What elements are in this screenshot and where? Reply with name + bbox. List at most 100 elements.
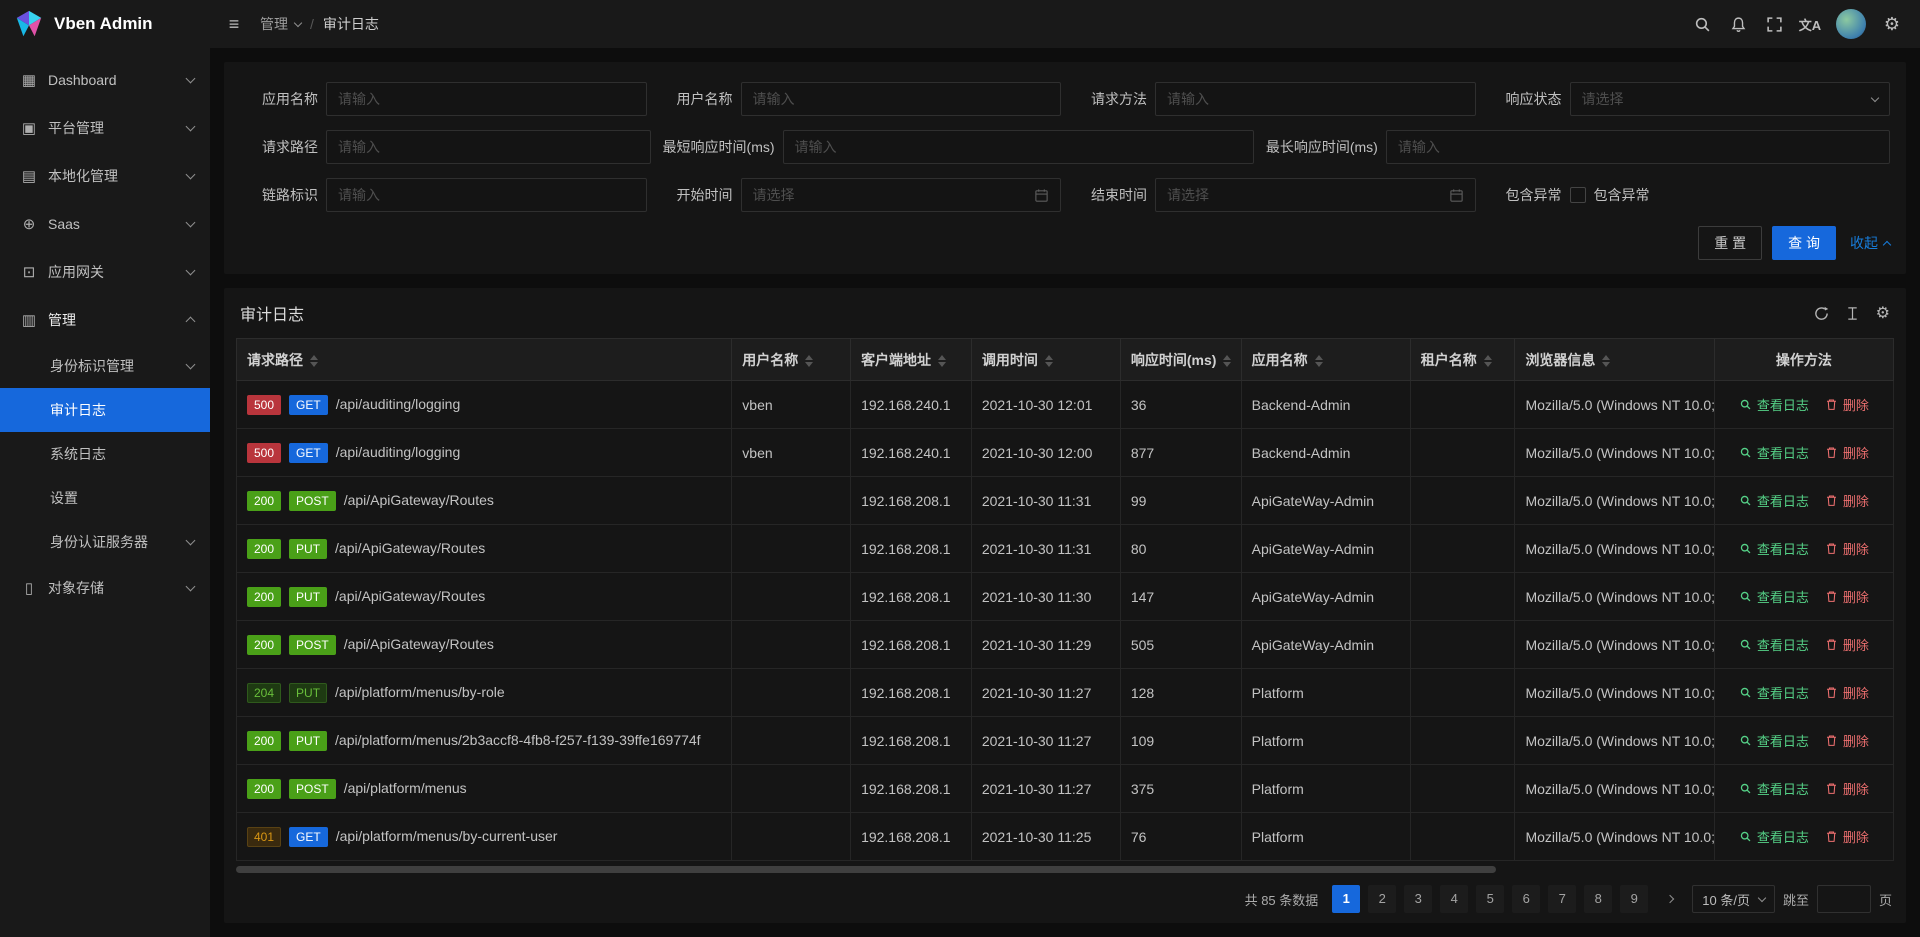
gear-icon[interactable]: ⚙	[1874, 0, 1910, 48]
page-button-2[interactable]: 2	[1368, 885, 1396, 913]
table-row[interactable]: 200POST/api/ApiGateway/Routes 192.168.20…	[237, 477, 1894, 525]
query-button[interactable]: 查 询	[1772, 226, 1836, 260]
user-name-input[interactable]	[741, 82, 1062, 116]
table-row[interactable]: 500GET/api/auditing/logging vben 192.168…	[237, 429, 1894, 477]
trace-id-input[interactable]	[326, 178, 647, 212]
refresh-icon[interactable]	[1814, 306, 1829, 321]
horizontal-scrollbar[interactable]	[236, 864, 1894, 875]
avatar[interactable]	[1836, 9, 1866, 39]
sort-icons[interactable]	[938, 355, 946, 367]
notification-bell-icon[interactable]	[1720, 0, 1756, 48]
column-header-app[interactable]: 应用名称	[1241, 339, 1410, 381]
sort-icons[interactable]	[1484, 355, 1492, 367]
delete-button[interactable]: 删除	[1825, 443, 1869, 462]
sidebar-item-manage[interactable]: ▥ 管理	[0, 296, 210, 344]
table-row[interactable]: 204PUT/api/platform/menus/by-role 192.16…	[237, 669, 1894, 717]
view-log-button[interactable]: 查看日志	[1739, 731, 1809, 750]
view-log-button[interactable]: 查看日志	[1739, 587, 1809, 606]
translate-icon[interactable]: 文A	[1792, 0, 1828, 48]
column-settings-gear-icon[interactable]: ⚙	[1876, 303, 1890, 323]
reset-button[interactable]: 重 置	[1698, 226, 1762, 260]
start-time-picker[interactable]: 请选择	[741, 178, 1062, 212]
logo[interactable]: Vben Admin	[0, 0, 210, 48]
jump-page-input[interactable]	[1817, 885, 1871, 913]
sidebar-item-audit-log[interactable]: 审计日志	[0, 388, 210, 432]
column-header-duration[interactable]: 响应时间(ms)	[1120, 339, 1241, 381]
breadcrumb-item-manage[interactable]: 管理	[260, 14, 301, 34]
next-page-button[interactable]	[1656, 885, 1684, 913]
sort-icons[interactable]	[1223, 355, 1231, 367]
sidebar-item-saas[interactable]: ⊕ Saas	[0, 200, 210, 248]
max-response-time-input[interactable]	[1386, 130, 1890, 164]
column-header-user[interactable]: 用户名称	[732, 339, 851, 381]
table-row[interactable]: 200POST/api/platform/menus 192.168.208.1…	[237, 765, 1894, 813]
delete-button[interactable]: 删除	[1825, 635, 1869, 654]
sidebar-item-platform[interactable]: ▣ 平台管理	[0, 104, 210, 152]
sort-icons[interactable]	[1602, 355, 1610, 367]
page-button-1[interactable]: 1	[1332, 885, 1360, 913]
page-button-9[interactable]: 9	[1620, 885, 1648, 913]
table-row[interactable]: 200PUT/api/ApiGateway/Routes 192.168.208…	[237, 573, 1894, 621]
min-response-time-input[interactable]	[783, 130, 1254, 164]
sidebar-item-system-log[interactable]: 系统日志	[0, 432, 210, 476]
table-row[interactable]: 200PUT/api/platform/menus/2b3accf8-4fb8-…	[237, 717, 1894, 765]
delete-button[interactable]: 删除	[1825, 779, 1869, 798]
view-log-button[interactable]: 查看日志	[1739, 635, 1809, 654]
scrollbar-thumb[interactable]	[236, 866, 1496, 873]
request-method-input[interactable]	[1155, 82, 1476, 116]
view-log-button[interactable]: 查看日志	[1739, 491, 1809, 510]
sort-icons[interactable]	[1315, 355, 1323, 367]
collapse-link[interactable]: 收起	[1850, 233, 1890, 253]
sort-icons[interactable]	[805, 355, 813, 367]
menu-fold-icon[interactable]: ≡	[216, 0, 252, 48]
page-button-6[interactable]: 6	[1512, 885, 1540, 913]
sidebar-item-localization[interactable]: ▤ 本地化管理	[0, 152, 210, 200]
delete-button[interactable]: 删除	[1825, 395, 1869, 414]
request-path-input[interactable]	[326, 130, 651, 164]
end-time-picker[interactable]: 请选择	[1155, 178, 1476, 212]
page-button-4[interactable]: 4	[1440, 885, 1468, 913]
view-log-button[interactable]: 查看日志	[1739, 779, 1809, 798]
row-height-icon[interactable]	[1845, 306, 1860, 321]
delete-button[interactable]: 删除	[1825, 731, 1869, 750]
fullscreen-icon[interactable]	[1756, 0, 1792, 48]
column-header-browser[interactable]: 浏览器信息	[1515, 339, 1714, 381]
view-log-button[interactable]: 查看日志	[1739, 395, 1809, 414]
table-row[interactable]: 500GET/api/auditing/logging vben 192.168…	[237, 381, 1894, 429]
delete-button[interactable]: 删除	[1825, 827, 1869, 846]
table-row[interactable]: 401GET/api/platform/menus/by-current-use…	[237, 813, 1894, 861]
response-status-select[interactable]: 请选择	[1570, 82, 1891, 116]
view-log-button[interactable]: 查看日志	[1739, 683, 1809, 702]
delete-button[interactable]: 删除	[1825, 587, 1869, 606]
sort-icons[interactable]	[1045, 355, 1053, 367]
search-icon[interactable]	[1684, 0, 1720, 48]
table-row[interactable]: 200POST/api/ApiGateway/Routes 192.168.20…	[237, 621, 1894, 669]
sidebar-item-object-storage[interactable]: ▯ 对象存储	[0, 564, 210, 612]
page-size-select[interactable]: 10 条/页	[1692, 885, 1775, 913]
delete-button[interactable]: 删除	[1825, 539, 1869, 558]
view-log-button[interactable]: 查看日志	[1739, 539, 1809, 558]
column-header-tenant[interactable]: 租户名称	[1410, 339, 1515, 381]
column-header-client[interactable]: 客户端地址	[851, 339, 972, 381]
sort-icons[interactable]	[310, 355, 318, 367]
page-button-3[interactable]: 3	[1404, 885, 1432, 913]
sidebar-item-settings[interactable]: 设置	[0, 476, 210, 520]
delete-button[interactable]: 删除	[1825, 683, 1869, 702]
column-header-time[interactable]: 调用时间	[971, 339, 1120, 381]
table-row[interactable]: 200PUT/api/ApiGateway/Routes 192.168.208…	[237, 525, 1894, 573]
view-log-button[interactable]: 查看日志	[1739, 827, 1809, 846]
include-exception-checkbox[interactable]	[1570, 187, 1586, 203]
view-log-button[interactable]: 查看日志	[1739, 443, 1809, 462]
sidebar-item-identity-management[interactable]: 身份标识管理	[0, 344, 210, 388]
audit-log-table: 请求路径 用户名称 客户端地址 调用时间 响应时间(ms) 应用名称 租户名称 …	[236, 338, 1894, 861]
page-button-8[interactable]: 8	[1584, 885, 1612, 913]
app-name-input[interactable]	[326, 82, 647, 116]
page-button-7[interactable]: 7	[1548, 885, 1576, 913]
page-button-5[interactable]: 5	[1476, 885, 1504, 913]
sidebar-item-gateway[interactable]: ⊡ 应用网关	[0, 248, 210, 296]
path-text: /api/ApiGateway/Routes	[335, 588, 485, 604]
sidebar-item-dashboard[interactable]: ▦ Dashboard	[0, 56, 210, 104]
column-header-path[interactable]: 请求路径	[237, 339, 732, 381]
sidebar-item-auth-server[interactable]: 身份认证服务器	[0, 520, 210, 564]
delete-button[interactable]: 删除	[1825, 491, 1869, 510]
